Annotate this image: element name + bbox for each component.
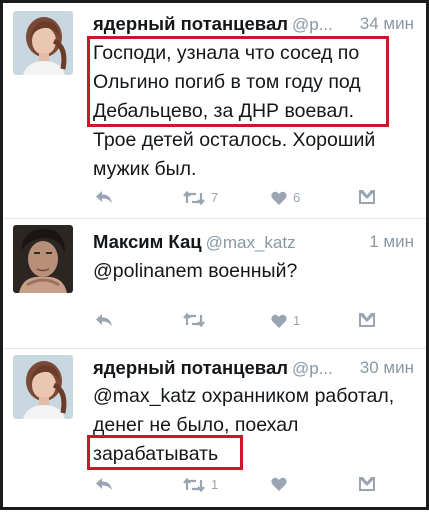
heart-icon xyxy=(271,314,287,328)
username[interactable]: @p... xyxy=(292,15,333,34)
tweet: Максим Кац @max_katz 1 мин @polinanem вое… xyxy=(3,219,426,349)
direct-message-button[interactable] xyxy=(359,477,375,491)
heart-icon xyxy=(271,477,287,491)
tweet: ядерный потанцевал @p... 30 мин @max_katz… xyxy=(3,349,426,507)
retweet-count: 7 xyxy=(211,190,219,205)
username[interactable]: @max_katz xyxy=(206,233,296,252)
display-name[interactable]: ядерный потанцевал xyxy=(93,357,288,378)
tweet-actions: 1 xyxy=(93,477,414,499)
reply-button[interactable] xyxy=(95,190,113,204)
display-name[interactable]: ядерный потанцевал xyxy=(93,13,288,34)
tweet-header: ядерный потанцевал @p... 34 мин xyxy=(93,13,414,37)
direct-message-icon xyxy=(359,313,375,327)
timestamp[interactable]: 30 мин xyxy=(360,358,414,378)
tweet: ядерный потанцевал @p... 34 мин Господи, … xyxy=(3,3,426,219)
retweet-icon xyxy=(183,190,205,205)
tweet-header: Максим Кац @max_katz 1 мин xyxy=(93,231,414,255)
tweet-actions: 7 6 xyxy=(93,190,414,212)
tweet-actions: 1 xyxy=(93,313,414,335)
tweet-text-line: @max_katz охранником работал, xyxy=(93,385,395,407)
timestamp[interactable]: 34 мин xyxy=(360,14,414,34)
reply-icon xyxy=(96,478,112,490)
avatar[interactable] xyxy=(13,225,73,293)
avatar[interactable] xyxy=(13,11,73,75)
like-button[interactable]: 6 xyxy=(271,190,300,205)
retweet-icon xyxy=(183,313,205,327)
tweet-text: @polinanem военный? xyxy=(93,257,420,286)
tweet-thread: ядерный потанцевал @p... 34 мин Господи, … xyxy=(0,0,429,510)
like-button[interactable] xyxy=(271,477,293,491)
reply-button[interactable] xyxy=(95,477,113,491)
tweet-text-line: мужик был. xyxy=(93,158,197,180)
timestamp[interactable]: 1 мин xyxy=(369,232,414,252)
reply-icon xyxy=(96,191,112,203)
like-count: 6 xyxy=(293,190,301,205)
like-count: 1 xyxy=(293,313,301,328)
display-name[interactable]: Максим Кац xyxy=(93,231,202,252)
tweet-text-line: Трое детей осталось. Хороший xyxy=(93,129,376,151)
highlight-box xyxy=(87,36,389,127)
retweet-icon xyxy=(183,477,205,492)
tweet-text-line: @polinanem военный? xyxy=(93,260,298,282)
direct-message-button[interactable] xyxy=(359,190,375,204)
username[interactable]: @p... xyxy=(292,359,333,378)
reply-icon xyxy=(96,314,112,326)
retweet-count: 1 xyxy=(211,477,219,492)
direct-message-icon xyxy=(359,190,375,204)
reply-button[interactable] xyxy=(95,313,113,327)
tweet-header: ядерный потанцевал @p... 30 мин xyxy=(93,357,414,381)
retweet-button[interactable] xyxy=(183,313,211,327)
highlight-box xyxy=(87,435,243,470)
like-button[interactable]: 1 xyxy=(271,313,300,328)
direct-message-icon xyxy=(359,477,375,491)
direct-message-button[interactable] xyxy=(359,313,375,327)
retweet-button[interactable]: 1 xyxy=(183,477,218,492)
retweet-button[interactable]: 7 xyxy=(183,190,218,205)
avatar[interactable] xyxy=(13,355,73,419)
heart-icon xyxy=(271,191,287,205)
